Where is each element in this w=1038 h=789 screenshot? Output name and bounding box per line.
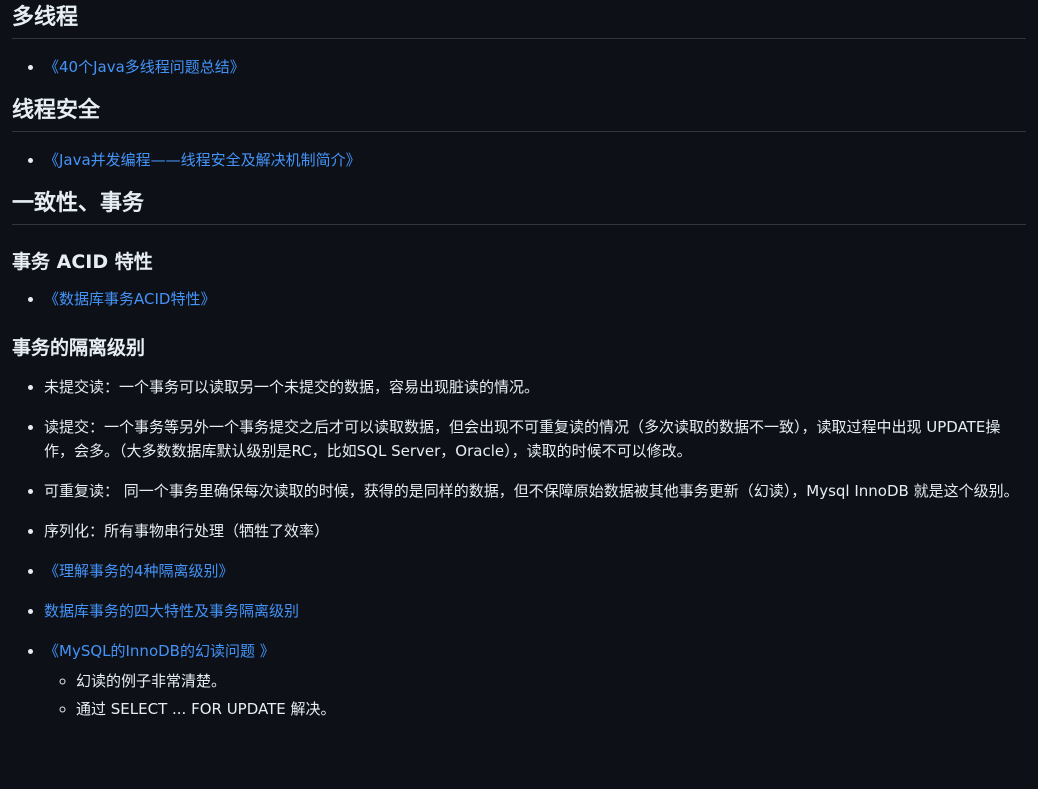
heading-multithreading: 多线程	[12, 0, 1026, 39]
link-understand-4-isolation-levels[interactable]: 《理解事务的4种隔离级别》	[44, 562, 234, 580]
multithreading-list: 《40个Java多线程问题总结》	[12, 55, 1026, 79]
link-four-properties-and-isolation[interactable]: 数据库事务的四大特性及事务隔离级别	[44, 602, 299, 620]
acid-list: 《数据库事务ACID特性》	[12, 287, 1026, 311]
list-item: 《Java并发编程——线程安全及解决机制简介》	[44, 148, 1026, 172]
list-item: 读提交：一个事务等另外一个事务提交之后才可以读取数据，但会出现不可重复读的情况（…	[44, 415, 1026, 463]
thread-safety-list: 《Java并发编程——线程安全及解决机制简介》	[12, 148, 1026, 172]
isolation-repeatable-read: 可重复读： 同一个事务里确保每次读取的时候，获得的是同样的数据，但不保障原始数据…	[44, 482, 1019, 500]
link-mysql-innodb-phantom-read[interactable]: 《MySQL的InnoDB的幻读问题 》	[44, 642, 275, 660]
list-item: 可重复读： 同一个事务里确保每次读取的时候，获得的是同样的数据，但不保障原始数据…	[44, 479, 1026, 503]
list-item: 幻读的例子非常清楚。	[76, 669, 1026, 693]
isolation-list: 未提交读：一个事务可以读取另一个未提交的数据，容易出现脏读的情况。 读提交：一个…	[12, 375, 1026, 721]
heading-isolation-levels: 事务的隔离级别	[12, 337, 146, 359]
phantom-read-sublist: 幻读的例子非常清楚。 通过 SELECT ... FOR UPDATE 解决。	[44, 669, 1026, 721]
heading-thread-safety: 线程安全	[12, 97, 1026, 132]
isolation-serializable: 序列化：所有事物串行处理（牺牲了效率）	[44, 522, 330, 540]
list-item: 《数据库事务ACID特性》	[44, 287, 1026, 311]
list-item: 未提交读：一个事务可以读取另一个未提交的数据，容易出现脏读的情况。	[44, 375, 1026, 399]
sub-item-example-clear: 幻读的例子非常清楚。	[76, 672, 227, 690]
list-item: 通过 SELECT ... FOR UPDATE 解决。	[76, 697, 1026, 721]
heading-transaction-acid: 事务 ACID 特性	[12, 251, 153, 273]
isolation-read-committed: 读提交：一个事务等另外一个事务提交之后才可以读取数据，但会出现不可重复读的情况（…	[44, 418, 1001, 460]
list-item: 《理解事务的4种隔离级别》	[44, 559, 1026, 583]
document-content: 多线程 《40个Java多线程问题总结》 线程安全 《Java并发编程——线程安…	[0, 0, 1038, 721]
sub-item-select-for-update: 通过 SELECT ... FOR UPDATE 解决。	[76, 700, 336, 718]
link-40-java-multithreading-questions[interactable]: 《40个Java多线程问题总结》	[44, 58, 245, 76]
link-java-concurrency-thread-safety[interactable]: 《Java并发编程——线程安全及解决机制简介》	[44, 151, 361, 169]
list-item: 《MySQL的InnoDB的幻读问题 》 幻读的例子非常清楚。 通过 SELEC…	[44, 639, 1026, 721]
list-item: 《40个Java多线程问题总结》	[44, 55, 1026, 79]
list-item: 序列化：所有事物串行处理（牺牲了效率）	[44, 519, 1026, 543]
isolation-read-uncommitted: 未提交读：一个事务可以读取另一个未提交的数据，容易出现脏读的情况。	[44, 378, 540, 396]
list-item: 数据库事务的四大特性及事务隔离级别	[44, 599, 1026, 623]
link-database-transaction-acid[interactable]: 《数据库事务ACID特性》	[44, 290, 215, 308]
heading-consistency-transactions: 一致性、事务	[12, 190, 1026, 225]
